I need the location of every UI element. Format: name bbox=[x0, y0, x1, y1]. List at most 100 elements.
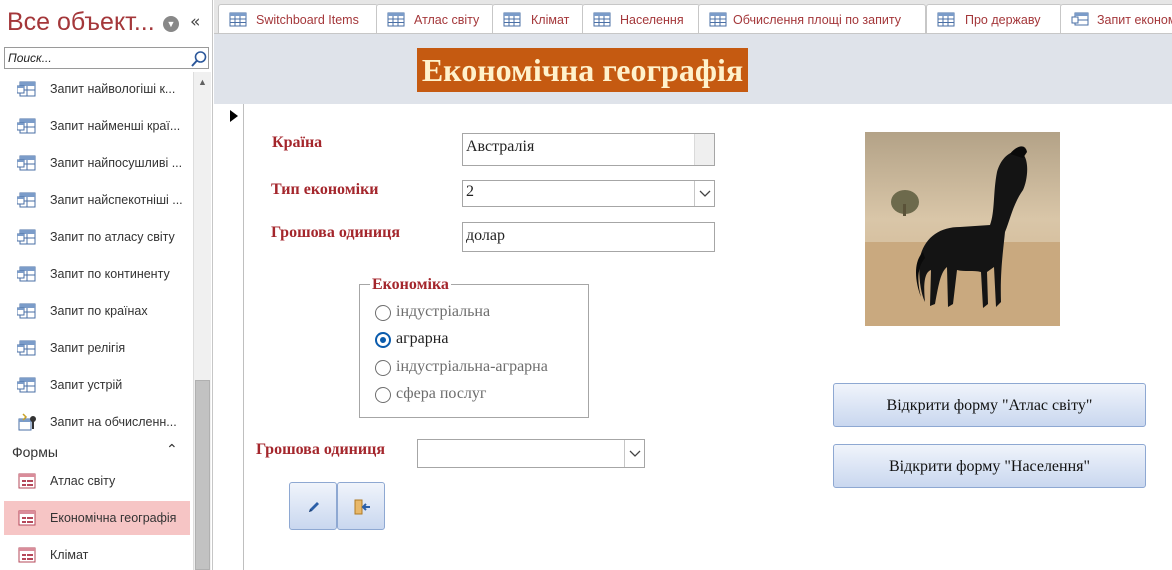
record-selector[interactable] bbox=[214, 104, 244, 570]
radio-label: індустріальна-аграрна bbox=[396, 358, 548, 375]
radio-button[interactable] bbox=[375, 387, 391, 403]
nav-item-query[interactable]: Запит найменші краї... bbox=[4, 109, 190, 143]
tab-switchboard-items[interactable]: Switchboard Items bbox=[218, 4, 378, 33]
nav-item-query[interactable]: Запит по атласу світу bbox=[4, 220, 190, 254]
nav-item-form[interactable]: Атлас світу bbox=[4, 464, 190, 498]
nav-item-label: Запит релігія bbox=[50, 341, 126, 355]
search-input[interactable] bbox=[6, 49, 186, 67]
current-record-arrow-icon bbox=[230, 110, 238, 122]
tab-about-state[interactable]: Про державу bbox=[926, 4, 1062, 33]
currency-field[interactable]: долар bbox=[462, 222, 715, 252]
currency-value: долар bbox=[466, 227, 506, 244]
radio-button[interactable] bbox=[375, 305, 391, 321]
radio-label: сфера послуг bbox=[396, 385, 487, 402]
tab-atlas[interactable]: Атлас світу bbox=[376, 4, 494, 33]
economy-group-legend: Економіка bbox=[370, 276, 451, 294]
nav-item-query[interactable]: Запит на обчисленн... bbox=[4, 405, 190, 439]
scroll-up-arrow-icon[interactable]: ▲ bbox=[194, 72, 211, 92]
nav-header: Все объект... ▼ « bbox=[0, 0, 213, 44]
currency-combo[interactable] bbox=[417, 439, 645, 468]
nav-item-label: Запит найпосушливі ... bbox=[50, 156, 183, 170]
radio-button-selected[interactable] bbox=[375, 332, 391, 348]
radio-button[interactable] bbox=[375, 360, 391, 376]
radio-label: аграрна bbox=[396, 330, 449, 347]
chevron-down-icon[interactable]: ▼ bbox=[163, 16, 179, 32]
form-icon bbox=[18, 473, 36, 489]
table-icon bbox=[709, 12, 727, 27]
chevron-double-up-icon[interactable]: ⌃ bbox=[166, 442, 178, 458]
country-value: Австралія bbox=[466, 138, 535, 155]
tab-label: Switchboard Items bbox=[256, 13, 359, 27]
nav-item-label: Економічна географія bbox=[50, 511, 177, 525]
nav-item-label: Запит на обчисленн... bbox=[50, 415, 177, 429]
forms-group-label: Формы bbox=[12, 444, 58, 460]
table-icon bbox=[229, 12, 247, 27]
economy-type-dropdown-button[interactable] bbox=[694, 181, 714, 206]
collapse-pane-icon[interactable]: « bbox=[190, 12, 200, 32]
nav-item-label: Запит найвологіші к... bbox=[50, 82, 176, 96]
nav-object-list: Запит найвологіші к... Запит найменші кр… bbox=[0, 70, 193, 570]
open-atlas-form-button[interactable]: Відкрити форму "Атлас світу" bbox=[833, 383, 1146, 427]
open-population-form-button[interactable]: Відкрити форму "Населення" bbox=[833, 444, 1146, 488]
document-tab-bar: Switchboard Items Атлас світу Клімат Нас… bbox=[214, 0, 1172, 34]
table-icon bbox=[503, 12, 521, 27]
nav-item-label: Атлас світу bbox=[50, 474, 116, 488]
nav-item-query[interactable]: Запит по країнах bbox=[4, 294, 190, 328]
nav-item-label: Клімат bbox=[50, 548, 89, 562]
edit-button[interactable] bbox=[289, 482, 337, 530]
nav-item-form[interactable]: Клімат bbox=[4, 538, 190, 570]
close-form-button[interactable] bbox=[337, 482, 385, 530]
nav-item-query[interactable]: Запит устрій bbox=[4, 368, 190, 402]
tab-label: Про державу bbox=[965, 13, 1041, 27]
query-icon bbox=[17, 303, 36, 319]
tab-label: Населення bbox=[620, 13, 684, 27]
pencil-icon bbox=[309, 502, 319, 512]
currency-dropdown-button[interactable] bbox=[624, 440, 644, 467]
nav-item-label: Запит найменші краї... bbox=[50, 119, 181, 133]
country-field[interactable]: Австралія bbox=[462, 133, 715, 166]
economy-type-value: 2 bbox=[466, 183, 474, 200]
nav-title[interactable]: Все объект... bbox=[7, 8, 155, 37]
nav-item-query[interactable]: Запит по континенту bbox=[4, 257, 190, 291]
chevron-down-icon bbox=[629, 450, 641, 457]
form-icon bbox=[18, 510, 36, 526]
tab-economy-query[interactable]: Запит економ bbox=[1060, 4, 1172, 33]
tab-climate[interactable]: Клімат bbox=[492, 4, 584, 33]
country-field-scrollbar[interactable] bbox=[694, 134, 714, 165]
economy-type-combo[interactable]: 2 bbox=[462, 180, 715, 207]
nav-item-label: Запит по континенту bbox=[50, 267, 170, 281]
tab-label: Клімат bbox=[531, 13, 570, 27]
nav-item-query[interactable]: Запит релігія bbox=[4, 331, 190, 365]
navigation-pane: Все объект... ▼ « Запит найвологіші к...… bbox=[0, 0, 213, 570]
query-icon bbox=[17, 377, 36, 393]
tab-label: Атлас світу bbox=[414, 13, 480, 27]
exit-door-icon bbox=[354, 499, 370, 515]
query-icon bbox=[17, 340, 36, 356]
query-icon bbox=[17, 229, 36, 245]
chevron-down-icon bbox=[699, 190, 711, 197]
tab-area-calculation[interactable]: Обчислення площі по запиту bbox=[698, 4, 926, 33]
nav-item-query[interactable]: Запит найпосушливі ... bbox=[4, 146, 190, 180]
nav-item-label: Запит по країнах bbox=[50, 304, 148, 318]
query-icon bbox=[17, 118, 36, 134]
nav-item-label: Запит найспекотніші ... bbox=[50, 193, 183, 207]
nav-item-query[interactable]: Запит найвологіші к... bbox=[4, 72, 190, 106]
tab-label: Обчислення площі по запиту bbox=[733, 13, 901, 27]
nav-item-form-selected[interactable]: Економічна географія bbox=[4, 501, 190, 535]
search-icon[interactable] bbox=[190, 50, 208, 68]
nav-scrollbar[interactable]: ▲ bbox=[193, 72, 211, 570]
currency-label: Грошова одиниця bbox=[271, 224, 400, 241]
table-icon bbox=[937, 12, 955, 27]
scrollbar-thumb[interactable] bbox=[195, 380, 210, 570]
currency-combo-label: Грошова одиниця bbox=[256, 441, 385, 458]
table-icon bbox=[387, 12, 405, 27]
country-label: Країна bbox=[272, 134, 323, 151]
query-icon bbox=[17, 155, 36, 171]
economy-type-label: Тип економіки bbox=[271, 181, 379, 198]
nav-item-query[interactable]: Запит найспекотніші ... bbox=[4, 183, 190, 217]
nav-item-label: Запит по атласу світу bbox=[50, 230, 175, 244]
tab-population[interactable]: Населення bbox=[582, 4, 700, 33]
table-icon bbox=[593, 12, 611, 27]
query-icon bbox=[1071, 12, 1089, 26]
nav-item-label: Запит устрій bbox=[50, 378, 123, 392]
